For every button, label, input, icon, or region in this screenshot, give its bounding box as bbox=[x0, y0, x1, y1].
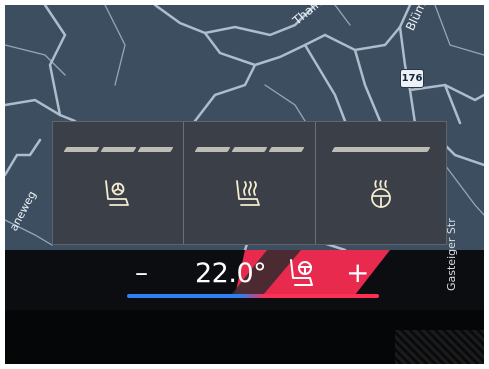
temperature-increase-button[interactable]: + bbox=[346, 256, 369, 289]
temperature-decrease-button[interactable]: – bbox=[135, 258, 148, 288]
climate-bar: – 22.0° + bbox=[5, 250, 484, 310]
temperature-gradient-bar bbox=[127, 294, 379, 298]
level-segment bbox=[268, 147, 305, 152]
seat-comfort-icon[interactable] bbox=[288, 257, 318, 289]
carbon-trim bbox=[395, 330, 484, 364]
steering-wheel-heat-icon bbox=[370, 180, 391, 208]
level-segment bbox=[100, 147, 137, 152]
level-indicator bbox=[316, 147, 446, 152]
infotainment-screen: Thalho Blüms aneweg 176 – 22.0° + Gastei… bbox=[5, 5, 484, 364]
seat-heat-icon bbox=[236, 180, 261, 206]
route-number-badge: 176 bbox=[400, 69, 424, 88]
map-street-label: Gasteiger Str bbox=[445, 218, 458, 291]
seat-fan-icon bbox=[105, 180, 130, 206]
level-segment bbox=[63, 147, 100, 152]
level-segment bbox=[331, 147, 431, 152]
seat-ventilation-tile[interactable] bbox=[53, 122, 185, 244]
level-indicator bbox=[184, 147, 314, 152]
steering-wheel-heating-tile[interactable] bbox=[316, 122, 446, 244]
level-segment bbox=[137, 147, 174, 152]
level-segment bbox=[194, 147, 231, 152]
temperature-value[interactable]: 22.0° bbox=[195, 258, 267, 289]
level-segment bbox=[231, 147, 268, 152]
seat-comfort-panel bbox=[52, 121, 447, 245]
seat-heating-tile[interactable] bbox=[184, 122, 316, 244]
level-indicator bbox=[53, 147, 183, 152]
